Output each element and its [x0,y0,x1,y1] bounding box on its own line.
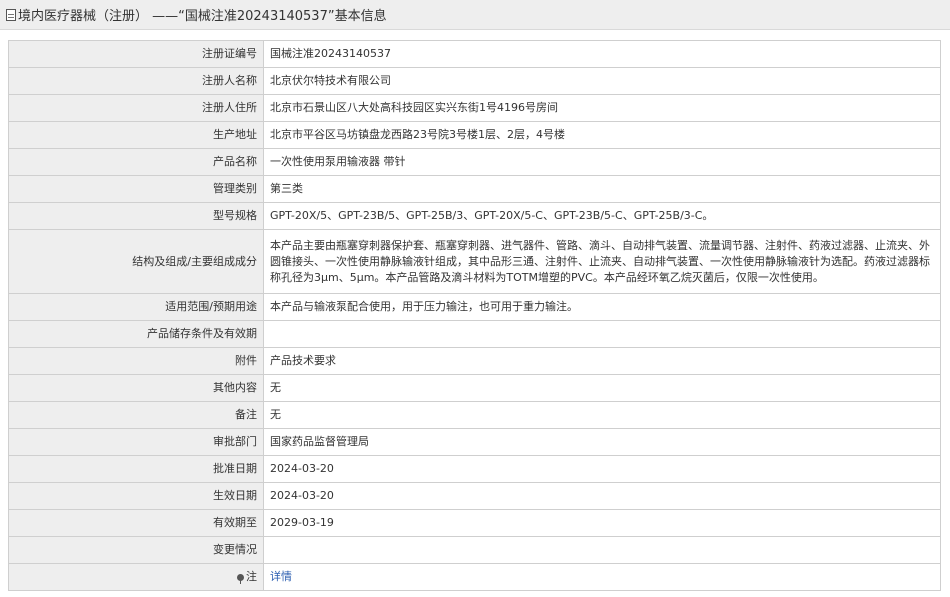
field-value: 本产品主要由瓶塞穿刺器保护套、瓶塞穿刺器、进气器件、管路、滴斗、自动排气装置、流… [263,229,941,294]
field-value: 2029-03-19 [263,509,941,537]
field-label: 审批部门 [8,428,264,456]
field-label: 产品储存条件及有效期 [8,320,264,348]
table-row: 变更情况 [8,536,941,564]
table-row: 结构及组成/主要组成成分 本产品主要由瓶塞穿刺器保护套、瓶塞穿刺器、进气器件、管… [8,229,941,294]
field-value: 北京伏尔特技术有限公司 [263,67,941,95]
note-label: 注 [246,570,257,583]
table-row: 注册人名称 北京伏尔特技术有限公司 [8,67,941,95]
table-row: 管理类别 第三类 [8,175,941,203]
table-row: 生效日期 2024-03-20 [8,482,941,510]
table-row: 有效期至 2029-03-19 [8,509,941,537]
table-row: 附件 产品技术要求 [8,347,941,375]
field-label: 其他内容 [8,374,264,402]
field-label: 有效期至 [8,509,264,537]
field-label: 适用范围/预期用途 [8,293,264,321]
pin-icon [237,573,244,584]
field-value: 北京市石景山区八大处高科技园区实兴东街1号4196号房间 [263,94,941,122]
table-row: 适用范围/预期用途 本产品与输液泵配合使用，用于压力输注，也可用于重力输注。 [8,293,941,321]
field-value: 无 [263,401,941,429]
note-row: 注 详情 [8,563,941,591]
table-row: 批准日期 2024-03-20 [8,455,941,483]
note-value-cell: 详情 [263,563,941,591]
field-value: 国家药品监督管理局 [263,428,941,456]
field-value: 北京市平谷区马坊镇盘龙西路23号院3号楼1层、2层，4号楼 [263,121,941,149]
field-label: 生产地址 [8,121,264,149]
field-label: 产品名称 [8,148,264,176]
field-label: 型号规格 [8,202,264,230]
details-link[interactable]: 详情 [270,570,292,583]
field-value: 本产品与输液泵配合使用，用于压力输注，也可用于重力输注。 [263,293,941,321]
page-header: 境内医疗器械（注册） ——“国械注准20243140537”基本信息 [0,0,950,30]
field-value: 2024-03-20 [263,455,941,483]
field-label: 附件 [8,347,264,375]
table-row: 型号规格 GPT-20X/5、GPT-23B/5、GPT-25B/3、GPT-2… [8,202,941,230]
field-label: 批准日期 [8,455,264,483]
table-row: 备注 无 [8,401,941,429]
field-value: 产品技术要求 [263,347,941,375]
field-value: 2024-03-20 [263,482,941,510]
table-row: 审批部门 国家药品监督管理局 [8,428,941,456]
table-row: 产品名称 一次性使用泵用输液器 带针 [8,148,941,176]
field-value: 第三类 [263,175,941,203]
field-value [263,320,941,348]
field-label: 注册人名称 [8,67,264,95]
field-value: 无 [263,374,941,402]
document-icon [6,8,16,21]
table-row: 注册人住所 北京市石景山区八大处高科技园区实兴东街1号4196号房间 [8,94,941,122]
info-table: 注册证编号 国械注准20243140537 注册人名称 北京伏尔特技术有限公司 … [8,40,941,591]
field-label: 结构及组成/主要组成成分 [8,229,264,294]
table-row: 其他内容 无 [8,374,941,402]
field-label: 注册人住所 [8,94,264,122]
note-label-cell: 注 [8,563,264,591]
field-label: 变更情况 [8,536,264,564]
field-value: GPT-20X/5、GPT-23B/5、GPT-25B/3、GPT-20X/5-… [263,202,941,230]
field-value: 一次性使用泵用输液器 带针 [263,148,941,176]
field-label: 管理类别 [8,175,264,203]
field-label: 备注 [8,401,264,429]
table-row: 产品储存条件及有效期 [8,320,941,348]
field-value [263,536,941,564]
field-label: 生效日期 [8,482,264,510]
table-row: 生产地址 北京市平谷区马坊镇盘龙西路23号院3号楼1层、2层，4号楼 [8,121,941,149]
field-label: 注册证编号 [8,40,264,68]
table-row: 注册证编号 国械注准20243140537 [8,40,941,68]
page-title: 境内医疗器械（注册） ——“国械注准20243140537”基本信息 [18,9,387,24]
field-value: 国械注准20243140537 [263,40,941,68]
